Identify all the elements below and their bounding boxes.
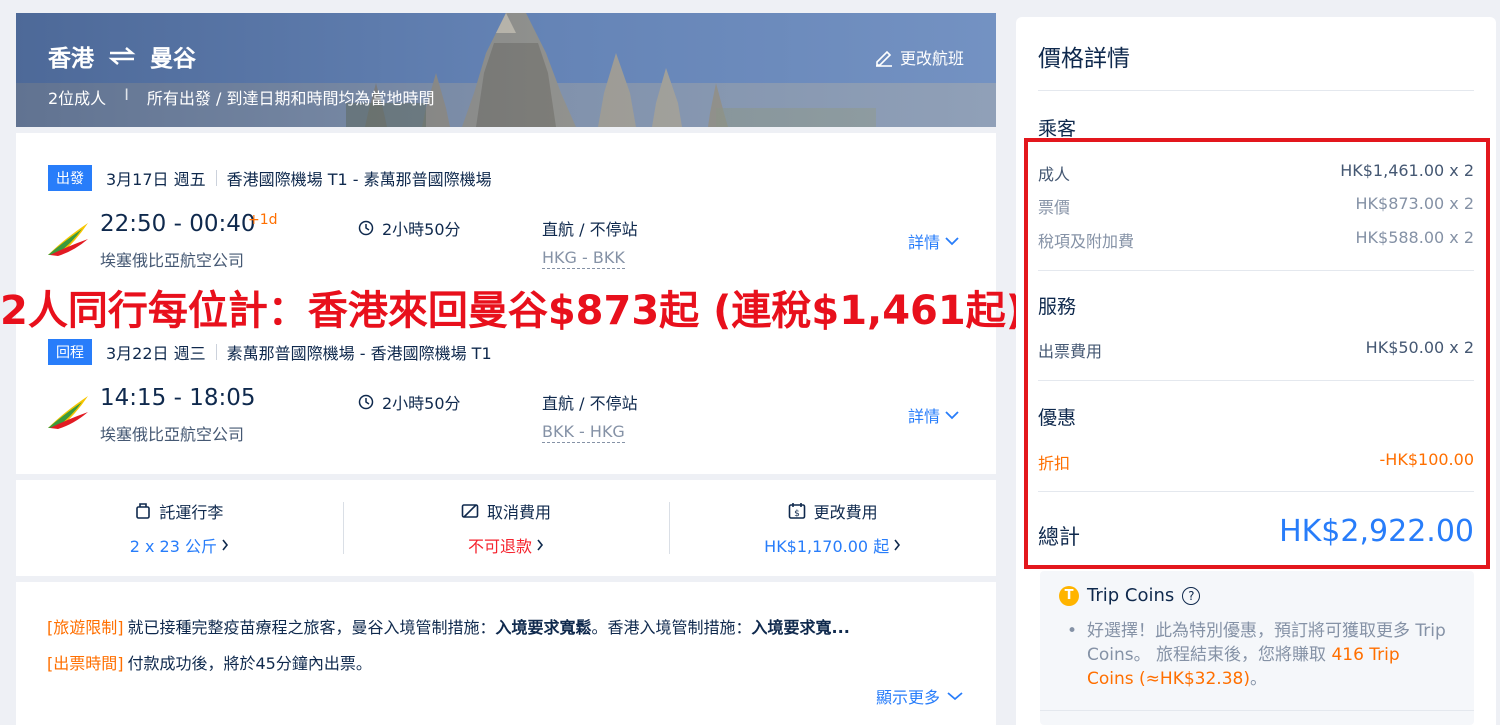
help-icon[interactable]: ? [1182, 586, 1201, 605]
cancellation-title-text: 取消費用 [487, 503, 552, 522]
edit-icon [875, 50, 892, 67]
chevron-right-icon [894, 539, 901, 551]
return-details-button[interactable]: 詳情 [908, 403, 960, 427]
travel-restriction-tag: [旅遊限制] [47, 618, 124, 637]
destination-city: 曼谷 [150, 46, 196, 72]
return-airline: 埃塞俄比亞航空公司 [100, 425, 245, 444]
return-airports: 素萬那普國際機場 - 香港國際機場 T1 [226, 344, 492, 363]
trip-header-banner: 香港 曼谷 2位成人 I 所有出發 / 到達日期和時間均為當地時間 更改航班 [16, 13, 996, 127]
outbound-header: 出發 3月17日 週五 香港國際機場 T1 - 素萬那普國際機場 [48, 165, 492, 191]
clock-icon [358, 394, 374, 410]
ethiopian-airlines-logo [48, 396, 88, 429]
outbound-route[interactable]: HKG - BKK [542, 248, 625, 269]
outbound-details-button[interactable]: 詳情 [908, 229, 960, 253]
cancellation-value: 不可退款 [468, 533, 544, 557]
change-fee-policy[interactable]: $ 更改費用 HK$1,170.00 起 [669, 480, 996, 576]
passenger-count: 2位成人 [48, 89, 107, 108]
return-date: 3月22日 週三 [106, 344, 206, 363]
outbound-airline: 埃塞俄比亞航空公司 [100, 251, 245, 270]
coins-text-end: 。 [1249, 669, 1267, 689]
notice-text: 付款成功後，將於45分鐘內出票。 [127, 654, 372, 673]
notice-text: 。香港入境管制措施： [591, 618, 752, 637]
chevron-down-icon [945, 411, 959, 420]
return-time: 14:15 - 18:05 [100, 385, 256, 411]
travel-notice-card: [旅遊限制] 就已接種完整疫苗療程之旅客，曼谷入境管制措施：入境要求寬鬆。香港入境… [16, 582, 996, 725]
fare-policy-row: 託運行李 2 x 23 公斤 取消費用 不可退款 $ 更改費用 HK$1,170… [16, 480, 996, 576]
route-title: 香港 曼谷 [48, 39, 196, 73]
local-time-note: 所有出發 / 到達日期和時間均為當地時間 [146, 89, 435, 108]
baggage-title: 託運行李 [135, 499, 223, 523]
price-highlight-box [1024, 138, 1490, 569]
svg-text:$: $ [794, 509, 800, 519]
baggage-value: 2 x 23 公斤 [130, 533, 229, 557]
chevron-down-icon [947, 692, 963, 701]
cancellation-value-text: 不可退款 [468, 537, 533, 556]
return-duration: 2小時50分 [358, 390, 461, 414]
return-stops: 直航 / 不停站 [542, 394, 638, 413]
change-fee-value: HK$1,170.00 起 [764, 533, 901, 557]
trip-coins-description: 好選擇！此為特別優惠，預訂將可獲取更多 Trip Coins。 旅程結束後，您將… [1067, 619, 1447, 691]
trip-coins-box: T Trip Coins ? 好選擇！此為特別優惠，預訂將可獲取更多 Trip … [1040, 571, 1474, 725]
calendar-dollar-icon: $ [788, 503, 805, 519]
show-more-label: 顯示更多 [875, 688, 940, 707]
return-badge: 回程 [48, 339, 92, 365]
notice-text: 就已接種完整疫苗療程之旅客，曼谷入境管制措施： [127, 618, 496, 637]
outbound-time: 22:50 - 00:40 [100, 211, 256, 237]
return-details-label: 詳情 [908, 407, 941, 426]
notice-emphasis: 入境要求寬鬆 [495, 618, 592, 637]
change-fee-title: $ 更改費用 [788, 499, 878, 523]
divider [1038, 90, 1474, 91]
outbound-duration: 2小時50分 [358, 216, 461, 240]
price-details-title: 價格詳情 [1038, 46, 1130, 72]
change-fee-value-text: HK$1,170.00 起 [764, 537, 890, 556]
ethiopian-airlines-logo [48, 223, 88, 256]
cancellation-title: 取消費用 [461, 499, 551, 523]
chevron-down-icon [945, 237, 959, 246]
baggage-value-text: 2 x 23 公斤 [129, 537, 217, 556]
baggage-title-text: 託運行李 [159, 503, 224, 522]
change-flight-button[interactable]: 更改航班 [874, 45, 964, 69]
origin-city: 香港 [48, 46, 94, 72]
passengers-section-title: 乘客 [1038, 118, 1077, 140]
coin-icon: T [1059, 585, 1079, 606]
ticketing-time-tag: [出票時間] [47, 654, 124, 673]
next-day-indicator: +1d [248, 212, 278, 228]
travel-restriction-notice: [旅遊限制] 就已接種完整疫苗療程之旅客，曼谷入境管制措施：入境要求寬鬆。香港入境… [47, 614, 850, 638]
outbound-airports: 香港國際機場 T1 - 素萬那普國際機場 [226, 170, 492, 189]
cancellation-policy[interactable]: 取消費用 不可退款 [342, 480, 670, 576]
round-trip-arrows-icon [108, 47, 136, 65]
divider [215, 170, 217, 186]
chevron-right-icon [222, 539, 228, 551]
chevron-right-icon [537, 539, 544, 551]
trip-subtitle: 2位成人 I 所有出發 / 到達日期和時間均為當地時間 [48, 85, 434, 109]
trip-coins-header: T Trip Coins ? [1059, 585, 1201, 606]
luggage-icon [136, 503, 151, 519]
return-duration-text: 2小時50分 [382, 394, 461, 413]
notice-emphasis: 入境要求寬... [751, 618, 850, 637]
ticketing-time-notice: [出票時間] 付款成功後，將於45分鐘內出票。 [47, 650, 372, 674]
show-more-button[interactable]: 顯示更多 [876, 684, 964, 708]
baggage-policy[interactable]: 託運行李 2 x 23 公斤 [16, 480, 343, 576]
trip-coins-title: Trip Coins [1087, 585, 1175, 606]
return-header: 回程 3月22日 週三 素萬那普國際機場 - 香港國際機場 T1 [48, 339, 492, 365]
promo-headline: 2人同行每位計：香港來回曼谷$873起 (連稅$1,461起) [0, 288, 1025, 334]
divider [1040, 710, 1474, 711]
outbound-details-label: 詳情 [908, 233, 941, 252]
outbound-date: 3月17日 週五 [106, 170, 206, 189]
cancel-ticket-icon [461, 504, 479, 518]
return-route[interactable]: BKK - HKG [542, 422, 625, 443]
outbound-duration-text: 2小時50分 [382, 220, 461, 239]
outbound-badge: 出發 [48, 165, 92, 191]
clock-icon [358, 220, 374, 236]
subtitle-separator: I [124, 85, 129, 104]
outbound-stops: 直航 / 不停站 [542, 220, 638, 239]
change-fee-title-text: 更改費用 [813, 503, 878, 522]
divider [215, 344, 217, 360]
change-flight-label: 更改航班 [899, 49, 964, 68]
